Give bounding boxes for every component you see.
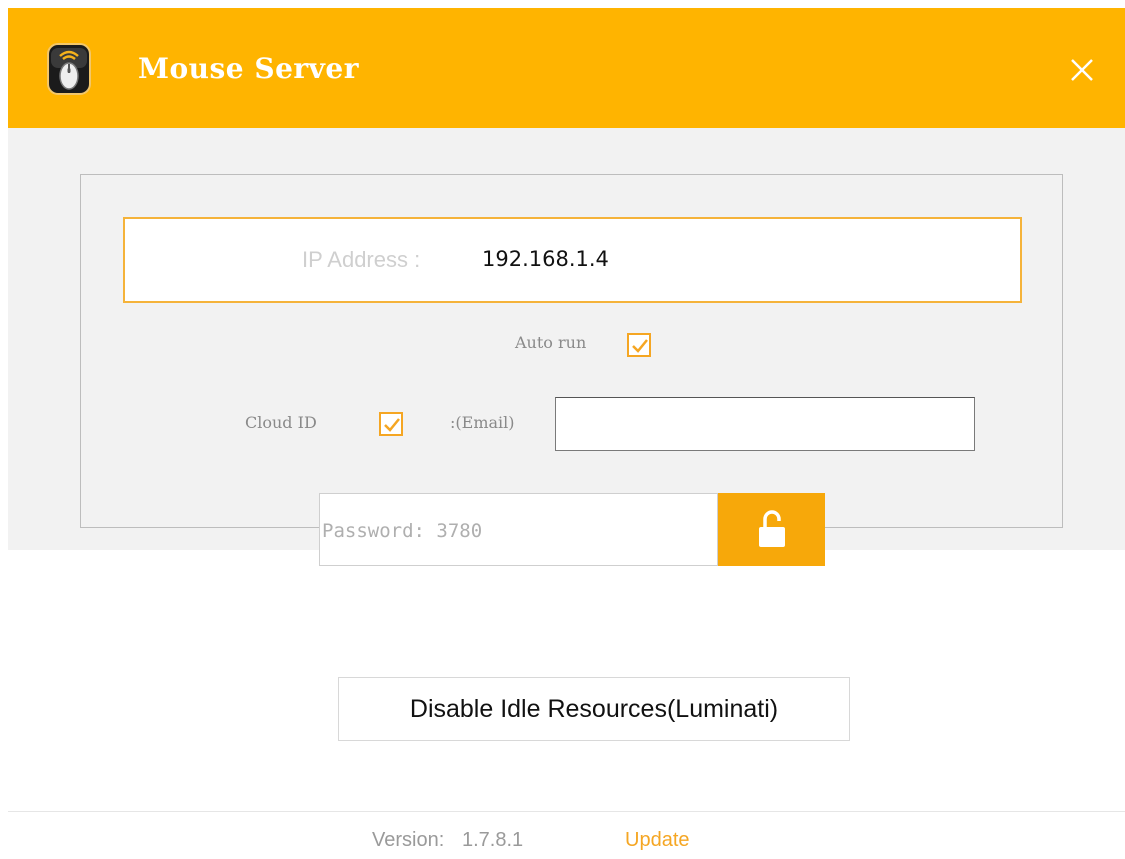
mouse-app-icon bbox=[46, 42, 92, 96]
auto-run-label: Auto run bbox=[515, 333, 587, 352]
checkmark-icon bbox=[384, 418, 400, 432]
ip-address-value: 192.168.1.4 bbox=[482, 247, 609, 271]
disable-idle-resources-button[interactable]: Disable Idle Resources(Luminati) bbox=[338, 677, 850, 741]
version-label: Version: bbox=[372, 829, 445, 851]
update-link[interactable]: Update bbox=[625, 829, 690, 852]
unlock-icon bbox=[759, 510, 785, 547]
auto-run-checkbox[interactable] bbox=[627, 333, 651, 357]
unlock-button[interactable] bbox=[718, 493, 825, 566]
email-field[interactable] bbox=[555, 397, 975, 451]
version-value: 1.7.8.1 bbox=[462, 829, 524, 851]
mouse-server-window: Mouse Server IP Address : 192.168.1.4 Au… bbox=[0, 0, 1125, 859]
close-icon[interactable] bbox=[1066, 54, 1098, 86]
ip-address-label: IP Address : bbox=[302, 247, 421, 272]
password-text: Password: 3780 bbox=[322, 520, 483, 542]
cloud-id-label: Cloud ID bbox=[245, 413, 317, 432]
cloud-id-checkbox[interactable] bbox=[379, 412, 403, 436]
checkmark-icon bbox=[632, 339, 648, 353]
app-title: Mouse Server bbox=[138, 52, 359, 85]
email-label: :(Email) bbox=[450, 413, 515, 432]
footer-divider bbox=[8, 811, 1125, 812]
